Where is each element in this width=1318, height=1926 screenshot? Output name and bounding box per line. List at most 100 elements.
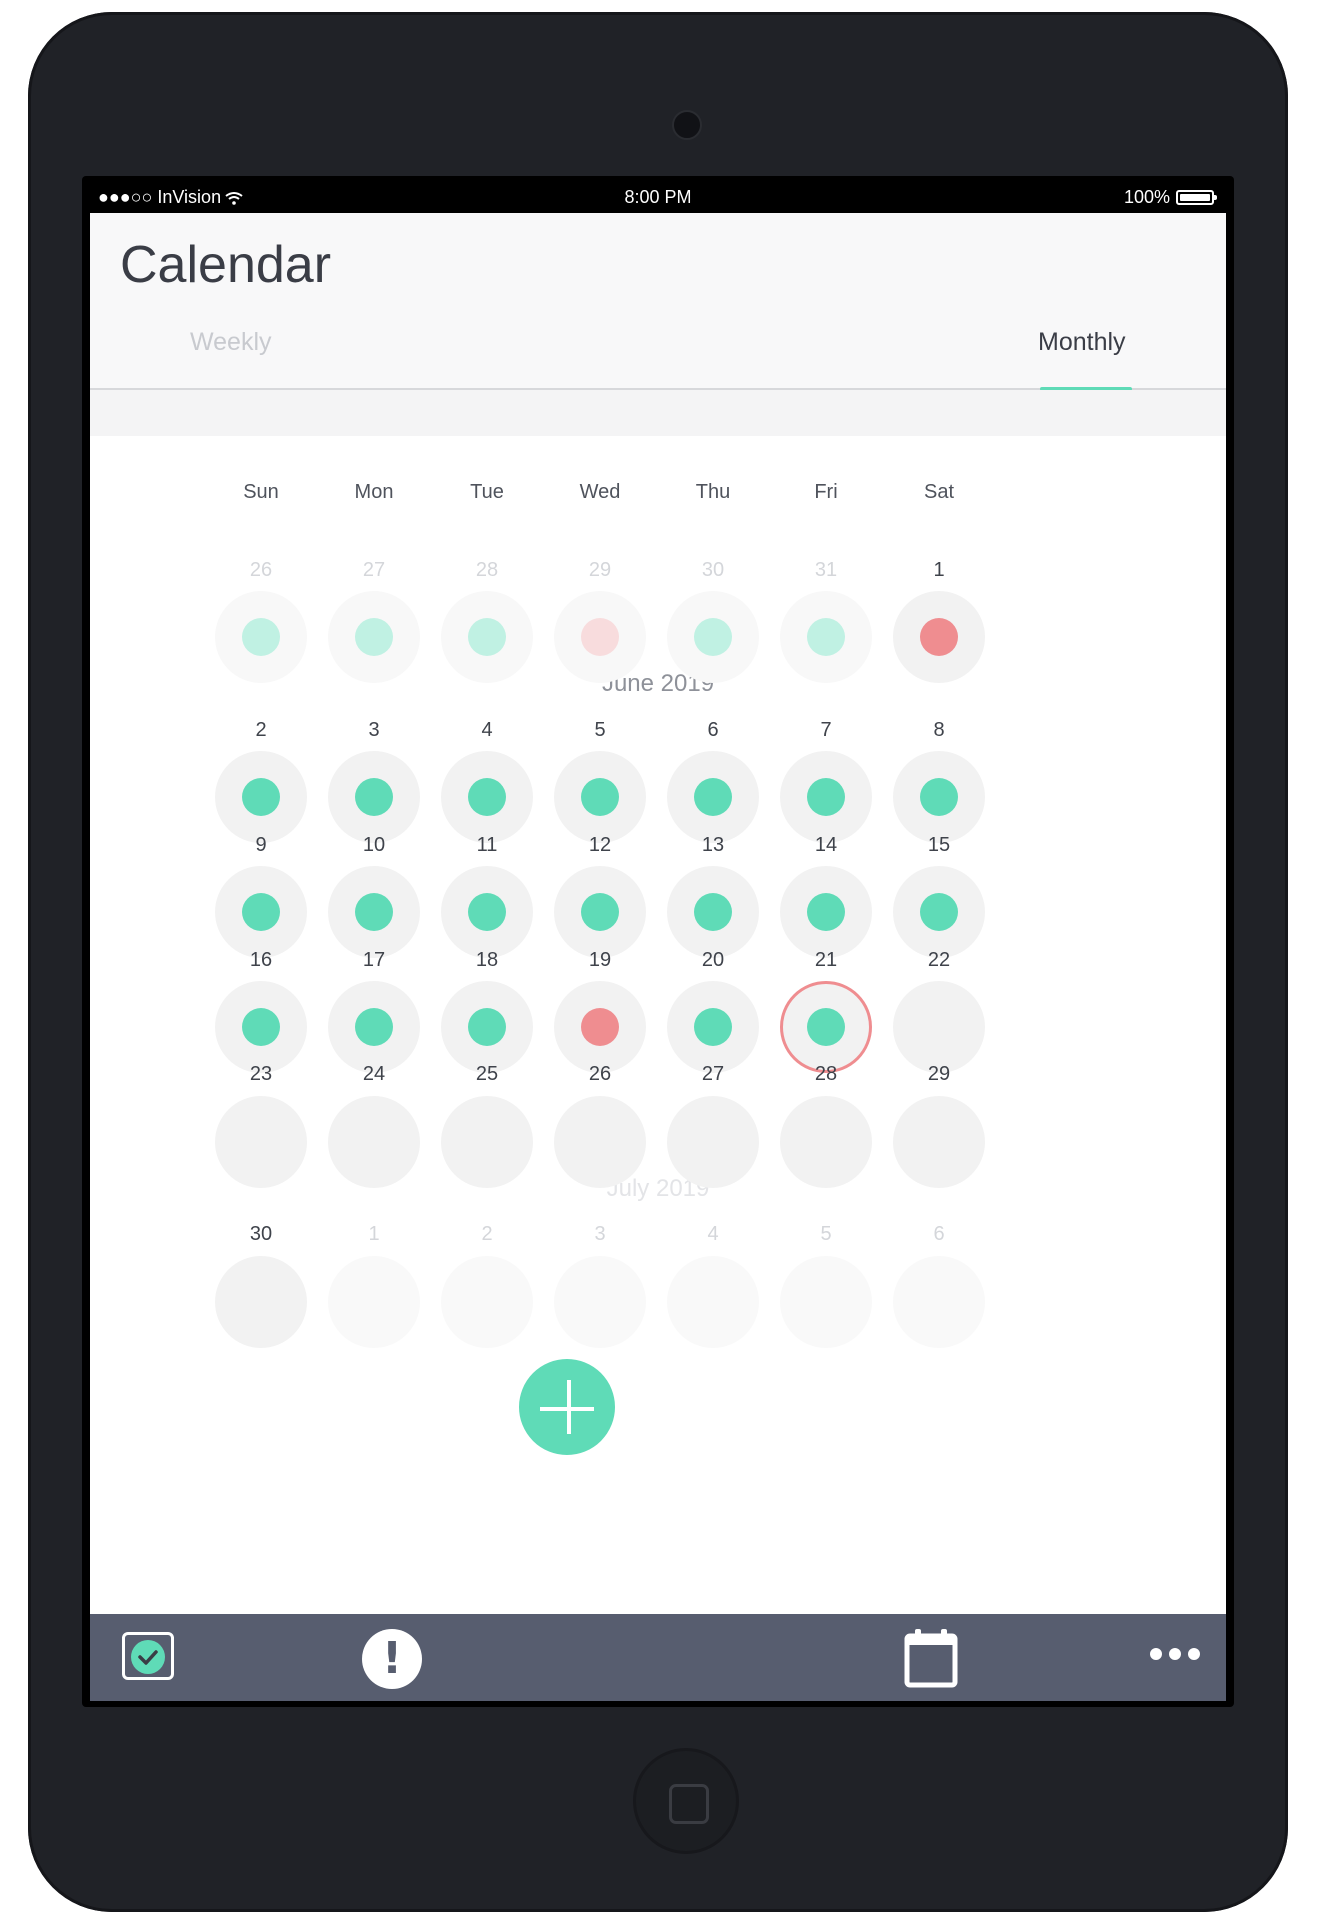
status-dot-green — [468, 1008, 506, 1046]
day-number: 6 — [933, 1223, 945, 1245]
day-cell[interactable] — [215, 981, 307, 1073]
day-cell[interactable] — [667, 1256, 759, 1348]
day-cell-today[interactable] — [780, 981, 872, 1073]
day-number: 21 — [814, 949, 838, 971]
day-cell[interactable] — [554, 1096, 646, 1188]
day-number: 26 — [588, 1063, 612, 1085]
day-cell[interactable] — [893, 981, 985, 1073]
status-dot-green — [468, 893, 506, 931]
day-cell[interactable] — [893, 591, 985, 683]
day-number: 18 — [475, 949, 499, 971]
clock-label: 8:00 PM — [624, 187, 692, 207]
day-number: 8 — [933, 719, 945, 741]
status-dot-green — [920, 893, 958, 931]
day-cell[interactable] — [328, 591, 420, 683]
day-cell[interactable] — [554, 981, 646, 1073]
day-number: 29 — [927, 1063, 951, 1085]
day-cell[interactable] — [441, 1256, 533, 1348]
bottom-tab-bar: ! — [90, 1614, 1226, 1701]
more-icon[interactable] — [1150, 1648, 1200, 1660]
day-cell[interactable] — [215, 751, 307, 843]
day-cell[interactable] — [328, 981, 420, 1073]
status-dot-green — [694, 618, 732, 656]
day-cell[interactable] — [554, 1256, 646, 1348]
day-cell[interactable] — [780, 1256, 872, 1348]
day-cell[interactable] — [780, 751, 872, 843]
day-cell[interactable] — [667, 751, 759, 843]
day-number: 6 — [707, 719, 719, 741]
day-cell[interactable] — [328, 751, 420, 843]
day-cell[interactable] — [554, 591, 646, 683]
day-number: 29 — [588, 559, 612, 581]
home-square-icon — [669, 1784, 709, 1824]
weekday-wed: Wed — [579, 481, 621, 503]
day-number: 10 — [362, 834, 386, 856]
add-event-button[interactable] — [515, 1355, 619, 1459]
day-cell[interactable] — [780, 591, 872, 683]
status-dot-red — [581, 1008, 619, 1046]
status-dot-green — [242, 893, 280, 931]
day-number: 2 — [481, 1223, 493, 1245]
status-dot-green — [242, 778, 280, 816]
day-cell[interactable] — [893, 1096, 985, 1188]
day-cell[interactable] — [328, 1096, 420, 1188]
status-dot-green — [242, 618, 280, 656]
day-number: 4 — [707, 1223, 719, 1245]
day-number: 30 — [249, 1223, 273, 1245]
day-number: 28 — [475, 559, 499, 581]
day-cell[interactable] — [667, 1096, 759, 1188]
day-cell[interactable] — [215, 1096, 307, 1188]
weekday-row: Sun Mon Tue Wed Thu Fri Sat — [90, 481, 1226, 511]
weekday-fri: Fri — [814, 481, 838, 503]
day-cell[interactable] — [328, 1256, 420, 1348]
tab-monthly[interactable]: Monthly — [1038, 328, 1126, 357]
app-header: Calendar Weekly Monthly — [90, 213, 1226, 391]
day-cell[interactable] — [780, 1096, 872, 1188]
day-cell[interactable] — [667, 866, 759, 958]
day-cell[interactable] — [441, 866, 533, 958]
status-dot-green — [355, 618, 393, 656]
status-dot-green — [694, 778, 732, 816]
day-cell[interactable] — [893, 1256, 985, 1348]
status-dot-green — [807, 618, 845, 656]
day-number: 1 — [368, 1223, 380, 1245]
alert-icon[interactable]: ! — [362, 1629, 422, 1689]
day-number: 3 — [368, 719, 380, 741]
day-cell[interactable] — [441, 751, 533, 843]
battery-label: 100% — [1123, 187, 1170, 207]
day-number: 2 — [255, 719, 267, 741]
day-number: 3 — [594, 1223, 606, 1245]
day-cell[interactable] — [667, 591, 759, 683]
day-cell[interactable] — [554, 866, 646, 958]
day-cell[interactable] — [893, 866, 985, 958]
day-cell[interactable] — [215, 866, 307, 958]
day-number: 17 — [362, 949, 386, 971]
day-cell[interactable] — [215, 1256, 307, 1348]
day-cell[interactable] — [441, 981, 533, 1073]
day-cell[interactable] — [441, 1096, 533, 1188]
status-dot-green — [355, 1008, 393, 1046]
day-number: 20 — [701, 949, 725, 971]
day-number: 22 — [927, 949, 951, 971]
day-number: 16 — [249, 949, 273, 971]
status-dot-red — [581, 618, 619, 656]
day-cell[interactable] — [893, 751, 985, 843]
day-number: 15 — [927, 834, 951, 856]
day-number: 27 — [701, 1063, 725, 1085]
day-cell[interactable] — [215, 591, 307, 683]
day-cell[interactable] — [554, 751, 646, 843]
more-dot — [1169, 1648, 1181, 1660]
day-number: 19 — [588, 949, 612, 971]
day-cell[interactable] — [780, 866, 872, 958]
day-cell[interactable] — [328, 866, 420, 958]
day-cell[interactable] — [667, 981, 759, 1073]
calendar-icon[interactable] — [904, 1628, 958, 1688]
day-number: 30 — [701, 559, 725, 581]
tab-weekly[interactable]: Weekly — [190, 328, 272, 357]
home-button[interactable] — [633, 1748, 739, 1854]
status-dot-green — [581, 778, 619, 816]
day-number: 9 — [255, 834, 267, 856]
status-dot-green — [581, 893, 619, 931]
checkbox-icon[interactable] — [122, 1632, 174, 1680]
day-cell[interactable] — [441, 591, 533, 683]
